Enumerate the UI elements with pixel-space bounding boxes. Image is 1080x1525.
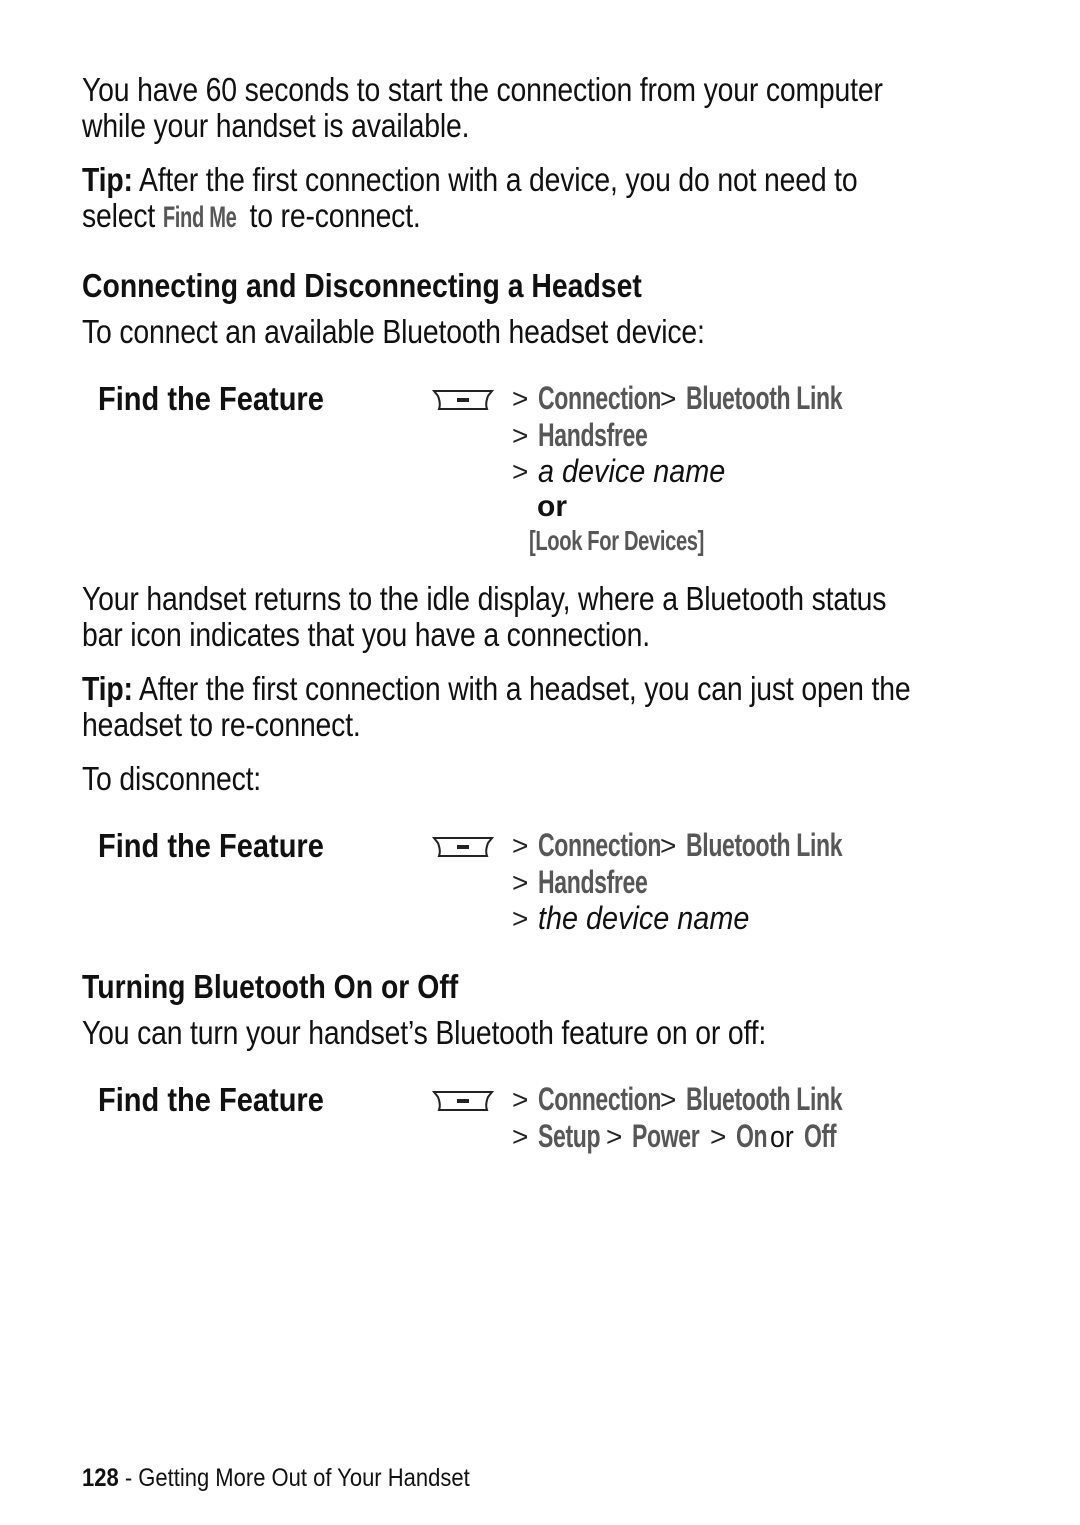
or-label: or — [537, 490, 567, 523]
intro-paragraph: You have 60 seconds to start the connect… — [82, 72, 883, 144]
gt-icon: > — [512, 867, 529, 898]
tip-text-2-post: to re-connect. — [241, 197, 421, 234]
tip-text-2-pre: select — [82, 197, 163, 234]
menu-item-setup: Setup — [538, 1118, 601, 1154]
menu-item-bluetooth-link: Bluetooth Link — [686, 380, 843, 416]
menu-item-connection: Connection — [538, 1081, 662, 1117]
find-the-feature-label: Find the Feature — [98, 827, 324, 864]
idle-line-1: Your handset returns to the idle display… — [82, 580, 887, 617]
footer-separator: - — [118, 1464, 139, 1492]
tip-paragraph-1: Tip: After the first connection with a d… — [82, 162, 858, 236]
path-2-line-3: > the device name — [512, 900, 773, 937]
tip-label: Tip: — [82, 670, 133, 707]
menu-item-connection: Connection — [538, 827, 662, 863]
path-1-second: > Bluetooth Link — [660, 380, 903, 417]
gt-icon: > — [512, 1084, 529, 1115]
idle-display-paragraph: Your handset returns to the idle display… — [82, 581, 886, 653]
menu-item-power: Power — [632, 1118, 700, 1154]
intro-line-2: while your handset is available. — [82, 107, 470, 144]
menu-item-off: Off — [804, 1118, 837, 1154]
path-3-line-2b: > Power — [606, 1118, 726, 1155]
step-the-device-name: the device name — [538, 900, 750, 936]
section1-intro: To connect an available Bluetooth headse… — [82, 313, 705, 350]
path-1-line-2: > Handsfree — [512, 417, 690, 454]
gt-icon: > — [512, 903, 529, 934]
path-3-second: > Bluetooth Link — [660, 1081, 903, 1118]
menu-item-look-for-devices: [Look For Devices] — [529, 525, 705, 556]
menu-key-icon — [432, 390, 494, 410]
alt-option-line: [Look For Devices] — [529, 525, 772, 557]
tip2-text-1: After the first connection with a headse… — [132, 670, 911, 707]
gt-icon: > — [512, 1121, 529, 1152]
or-inline: or — [770, 1119, 794, 1154]
gt-icon: > — [660, 830, 677, 861]
menu-item-handsfree: Handsfree — [538, 417, 648, 453]
path-3-line-2d: Off — [804, 1118, 849, 1155]
chapter-title: Getting More Out of Your Handset — [138, 1464, 470, 1492]
menu-item-on: On — [736, 1118, 768, 1154]
section-heading-connecting: Connecting and Disconnecting a Headset — [82, 267, 642, 304]
gt-icon: > — [710, 1121, 727, 1152]
tip-text-1: After the first connection with a device… — [132, 161, 858, 198]
gt-icon: > — [512, 420, 529, 451]
find-the-feature-label: Find the Feature — [98, 380, 324, 417]
find-the-feature-label: Find the Feature — [98, 1081, 324, 1118]
gt-icon: > — [512, 830, 529, 861]
path-2-second: > Bluetooth Link — [660, 827, 903, 864]
step-device-name: a device name — [538, 453, 726, 489]
tip2-text-2: headset to re-connect. — [82, 706, 361, 743]
menu-item-handsfree: Handsfree — [538, 864, 648, 900]
section-heading-turning-bluetooth: Turning Bluetooth On or Off — [82, 968, 459, 1005]
gt-icon: > — [606, 1121, 623, 1152]
page-footer: 128 - Getting More Out of Your Handset — [82, 1464, 470, 1493]
intro-line-1: You have 60 seconds to start the connect… — [82, 71, 883, 108]
menu-item-find-me: Find Me — [162, 201, 237, 234]
gt-icon: > — [660, 1084, 677, 1115]
menu-key-icon — [432, 1091, 494, 1111]
menu-key-icon — [432, 837, 494, 857]
menu-item-bluetooth-link: Bluetooth Link — [686, 827, 843, 863]
section2-intro: You can turn your handset’s Bluetooth fe… — [82, 1014, 767, 1051]
gt-icon: > — [660, 383, 677, 414]
tip-label: Tip: — [82, 161, 133, 198]
path-2-line-2: > Handsfree — [512, 864, 690, 901]
menu-item-bluetooth-link: Bluetooth Link — [686, 1081, 843, 1117]
tip-paragraph-2: Tip: After the first connection with a h… — [82, 670, 911, 743]
disconnect-intro: To disconnect: — [82, 760, 262, 797]
idle-line-2: bar icon indicates that you have a conne… — [82, 616, 650, 653]
menu-item-connection: Connection — [538, 380, 662, 416]
path-1-line-3: > a device name — [512, 453, 746, 490]
page-number: 128 — [82, 1464, 119, 1492]
gt-icon: > — [512, 383, 529, 414]
gt-icon: > — [512, 456, 529, 487]
